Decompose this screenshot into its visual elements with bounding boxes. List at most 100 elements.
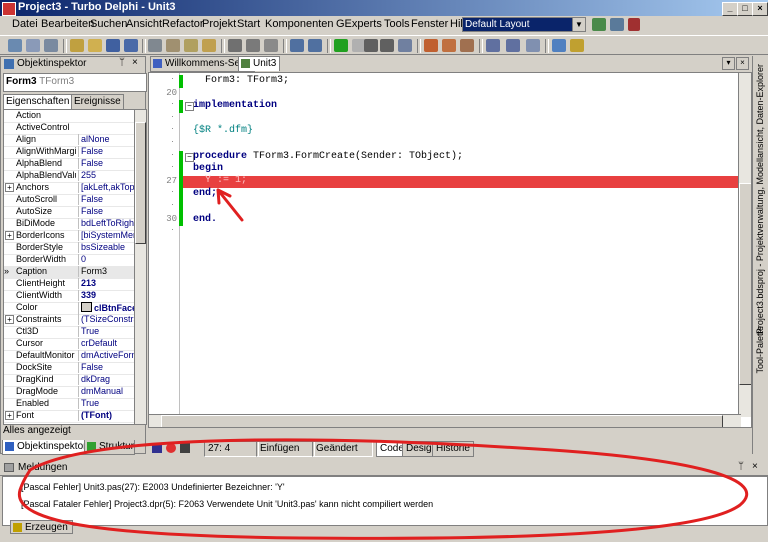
record-icon[interactable] — [166, 443, 176, 453]
property-value[interactable]: dmManual — [78, 386, 134, 397]
error-highlight-line[interactable]: Y := 1; — [183, 175, 751, 188]
menu-tools[interactable]: Tools — [384, 18, 410, 30]
maximize-button[interactable]: □ — [737, 2, 753, 16]
tool-palette-tab[interactable]: Tool-Palette — [755, 326, 765, 374]
code-editor[interactable]: · 20 · · · · · · 27 · · 30 · Form3: TForm3; implement… — [148, 72, 752, 428]
record-macro-icon[interactable] — [152, 443, 162, 453]
tab-struktur[interactable]: Struktur — [84, 440, 136, 455]
property-value[interactable]: bdLeftToRight — [78, 218, 134, 229]
undo-icon[interactable] — [290, 39, 304, 52]
forward-icon[interactable] — [506, 39, 520, 52]
menu-refactor[interactable]: Refactor — [162, 18, 204, 30]
copy-icon[interactable] — [246, 39, 260, 52]
tab-eigenschaften[interactable]: Eigenschaften — [3, 94, 73, 109]
property-value[interactable]: 255 — [78, 170, 134, 181]
menu-komponenten[interactable]: Komponenten — [265, 18, 334, 30]
menu-gexperts[interactable]: GExperts — [336, 18, 382, 30]
pin-icon[interactable]: ᛘ — [738, 461, 744, 472]
redo-icon[interactable] — [308, 39, 322, 52]
editor-vertical-scrollbar[interactable] — [738, 73, 751, 417]
property-value[interactable]: alNone — [78, 134, 134, 145]
add-file-icon[interactable] — [166, 39, 180, 52]
expand-icon[interactable]: + — [5, 183, 14, 192]
tab-unit3[interactable]: Unit3 — [238, 56, 281, 71]
menu-suchen[interactable]: Suchen — [90, 18, 127, 30]
layout-selector[interactable]: Default Layout ▼ — [462, 17, 586, 32]
component-icon[interactable] — [570, 39, 584, 52]
debug-layout-icon[interactable] — [628, 18, 640, 31]
step-over-icon[interactable] — [442, 39, 456, 52]
object-selector[interactable]: Form3 TForm3 — [3, 73, 147, 92]
property-value[interactable]: False — [78, 158, 134, 169]
property-value[interactable]: False — [78, 362, 134, 373]
program-reset-icon[interactable] — [380, 39, 394, 52]
stop-icon[interactable] — [180, 443, 190, 453]
step-icon[interactable] — [398, 39, 412, 52]
property-scrollbar[interactable] — [134, 109, 147, 425]
layout-save-icon[interactable] — [592, 18, 606, 31]
expand-icon[interactable]: + — [5, 411, 14, 420]
save-all-icon[interactable] — [124, 39, 138, 52]
close-tab-icon[interactable]: × — [736, 57, 749, 70]
menu-projekt[interactable]: Projekt — [202, 18, 236, 30]
chevron-down-icon[interactable]: ▼ — [572, 18, 585, 31]
property-value[interactable]: 339 — [78, 290, 134, 301]
project-manager-tab[interactable]: Project3.bdsproj - Projektverwaltung, Mo… — [755, 64, 765, 334]
open-project-icon[interactable] — [44, 39, 58, 52]
pause-icon[interactable] — [364, 39, 378, 52]
fold-toggle-icon[interactable]: − — [185, 152, 194, 162]
open-unit-icon[interactable] — [202, 39, 216, 52]
help-icon[interactable] — [552, 39, 566, 52]
layout-set-icon[interactable] — [610, 18, 624, 31]
print-icon[interactable] — [148, 39, 162, 52]
message-item[interactable]: [Pascal Fehler] Unit3.pas(27): E2003 Und… — [21, 482, 285, 492]
tab-objektinspektor[interactable]: Objektinspektor — [2, 440, 88, 455]
menu-datei[interactable]: Datei — [12, 18, 38, 30]
expand-icon[interactable]: + — [5, 315, 14, 324]
expand-icon[interactable]: + — [5, 231, 14, 240]
navigate-dropdown-icon[interactable] — [526, 39, 540, 52]
cut-icon[interactable] — [228, 39, 242, 52]
back-icon[interactable] — [486, 39, 500, 52]
property-value[interactable]: dmActiveForm — [78, 350, 134, 361]
property-value[interactable]: False — [78, 194, 134, 205]
trace-into-icon[interactable] — [424, 39, 438, 52]
minimize-button[interactable]: _ — [722, 2, 738, 16]
tab-ereignisse[interactable]: Ereignisse — [71, 94, 124, 109]
open-icon[interactable] — [70, 39, 84, 52]
scroll-thumb[interactable] — [135, 122, 146, 244]
panel-close-icon[interactable]: × — [752, 461, 758, 472]
remove-file-icon[interactable] — [184, 39, 198, 52]
property-value[interactable]: clBtnFace — [78, 302, 134, 314]
fold-toggle-icon[interactable]: − — [185, 102, 194, 112]
save-icon[interactable] — [106, 39, 120, 52]
property-value[interactable]: crDefault — [78, 338, 134, 349]
panel-close-icon[interactable]: × — [132, 57, 138, 68]
tab-erzeugen[interactable]: Erzeugen — [10, 520, 73, 534]
run-icon[interactable] — [334, 39, 348, 52]
menu-fenster[interactable]: Fenster — [411, 18, 448, 30]
property-value[interactable]: [akLeft,akTop] — [78, 182, 134, 193]
tab-history-view[interactable]: Historie — [432, 441, 474, 457]
menu-ansicht[interactable]: Ansicht — [126, 18, 162, 30]
run-to-cursor-icon[interactable] — [460, 39, 474, 52]
property-row[interactable]: + Font (TFont) — [4, 410, 134, 423]
property-value[interactable]: [biSystemMenu — [78, 230, 134, 241]
property-value[interactable]: Form3 — [78, 266, 134, 277]
property-value[interactable]: 0 — [78, 254, 134, 265]
paste-icon[interactable] — [264, 39, 278, 52]
property-value[interactable]: (TSizeConstrain — [78, 314, 134, 325]
message-item[interactable]: [Pascal Fataler Fehler] Project3.dpr(5):… — [21, 499, 433, 509]
open-folder-icon[interactable] — [88, 39, 102, 52]
new-items-icon[interactable] — [26, 39, 40, 52]
property-value[interactable]: bsSizeable — [78, 242, 134, 253]
scroll-thumb[interactable] — [739, 183, 751, 385]
property-value[interactable]: True — [78, 326, 134, 337]
menu-start[interactable]: Start — [237, 18, 260, 30]
new-icon[interactable] — [8, 39, 22, 52]
editor-horizontal-scrollbar[interactable] — [149, 414, 741, 427]
pin-icon[interactable]: ᛘ — [119, 57, 125, 68]
property-value[interactable]: True — [78, 398, 134, 409]
menu-bearbeiten[interactable]: Bearbeiten — [41, 18, 94, 30]
property-value[interactable]: dkDrag — [78, 374, 134, 385]
